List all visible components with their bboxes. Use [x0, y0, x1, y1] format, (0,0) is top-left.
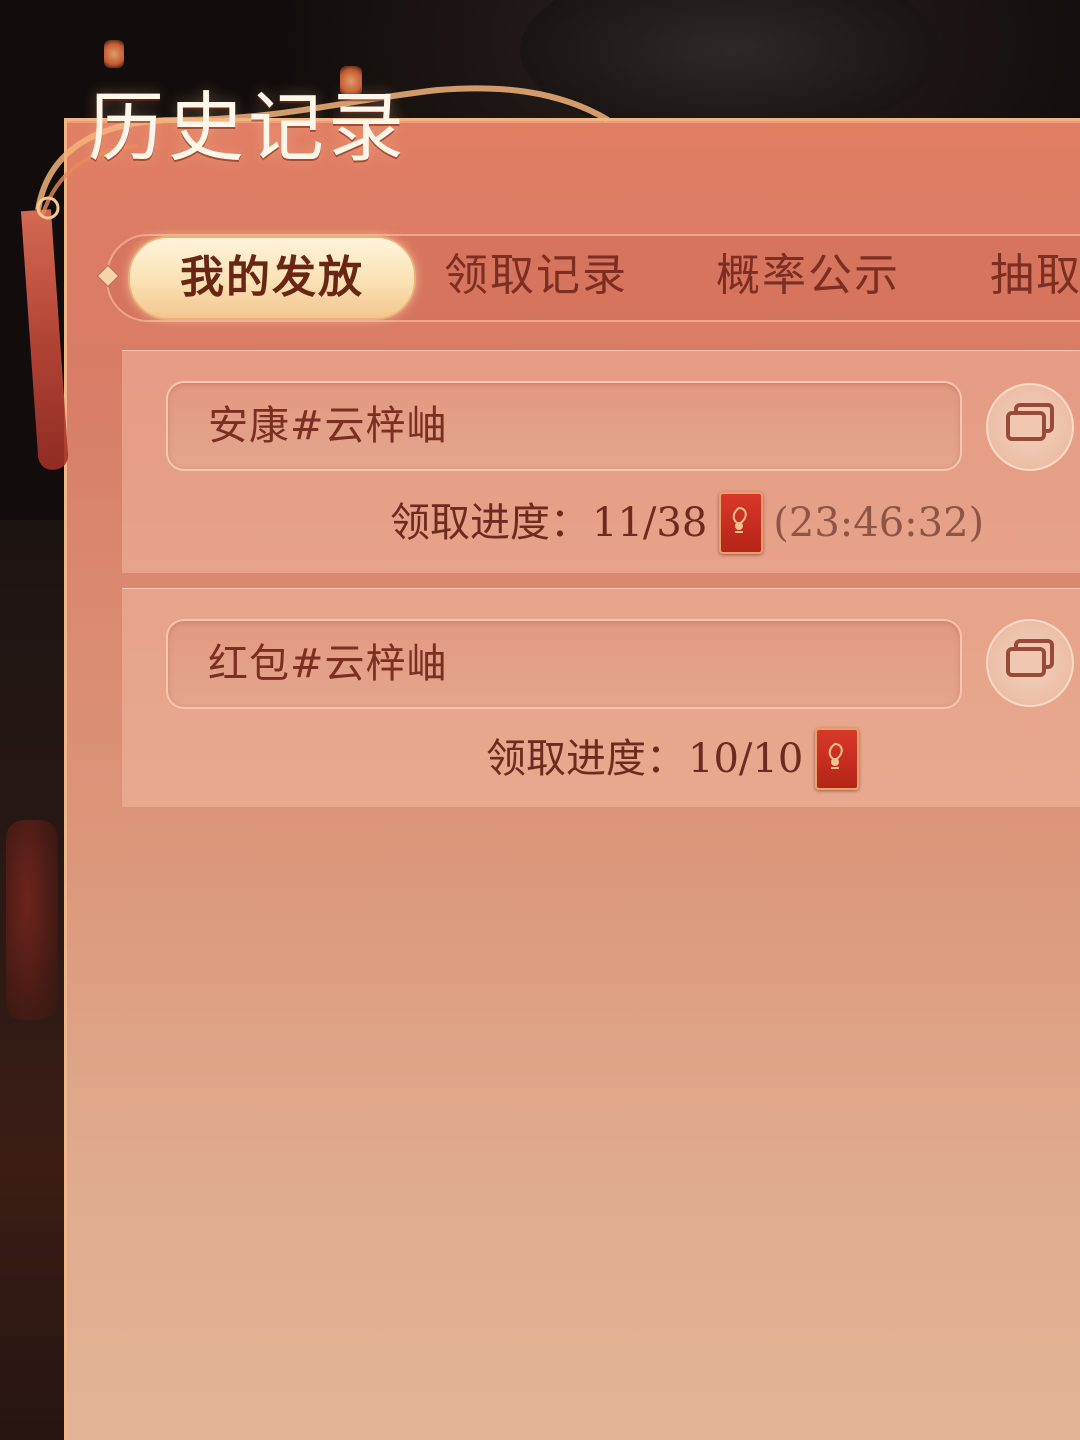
- claim-progress: 领取进度： 11/38 (23:46:32): [390, 492, 985, 554]
- countdown-timer: (23:46:32): [773, 500, 985, 546]
- tab-probability[interactable]: 概率公示: [716, 236, 900, 316]
- progress-value: 11/38: [592, 500, 708, 546]
- page-title: 历史记录: [88, 83, 408, 172]
- progress-label: 领取进度：: [390, 500, 590, 546]
- red-envelope-icon: [815, 728, 860, 790]
- record-card: 安康#云梓岫 领取进度： 11/38 (23:46:32): [122, 350, 1080, 573]
- background-ornament: [6, 820, 58, 1020]
- copy-button[interactable]: [986, 619, 1074, 707]
- tab-my-issued[interactable]: 我的发放: [128, 236, 416, 320]
- tab-claim-records[interactable]: 领取记录: [444, 236, 628, 316]
- record-card: 红包#云梓岫 领取进度： 10/10: [122, 588, 1080, 807]
- ribbon-decoration: [20, 209, 70, 471]
- progress-label: 领取进度：: [486, 736, 686, 782]
- claim-progress: 领取进度： 10/10: [486, 728, 860, 790]
- copy-button[interactable]: [986, 383, 1074, 471]
- record-name: 安康#云梓岫: [208, 403, 448, 449]
- record-name-field: 红包#云梓岫: [166, 619, 962, 709]
- record-name: 红包#云梓岫: [208, 641, 448, 687]
- record-name-field: 安康#云梓岫: [166, 381, 962, 471]
- copy-icon: [1006, 639, 1054, 677]
- lantern-icon: [104, 40, 124, 68]
- red-envelope-icon: [719, 492, 764, 554]
- progress-value: 10/10: [688, 736, 804, 782]
- copy-icon: [1006, 403, 1054, 441]
- tab-draw[interactable]: 抽取: [990, 236, 1080, 316]
- history-screen: 历史记录 我的发放 领取记录 概率公示 抽取 安康#云梓岫 领取进度： 11/3…: [0, 0, 1080, 1440]
